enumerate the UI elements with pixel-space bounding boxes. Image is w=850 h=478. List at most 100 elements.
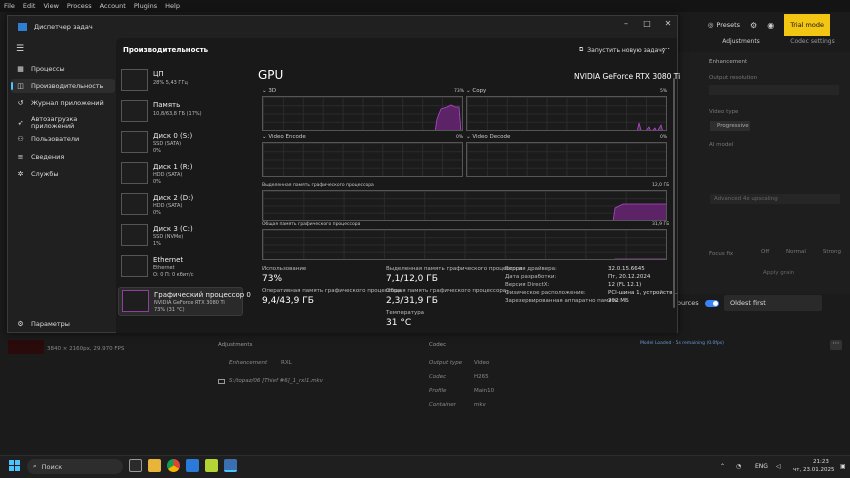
focus-strong[interactable]: Strong (823, 249, 841, 259)
app-icon[interactable] (186, 459, 199, 472)
menu-help[interactable]: Help (165, 2, 180, 10)
minimize-button[interactable]: – (618, 19, 634, 31)
tab-adjustments[interactable]: Adjustments (692, 38, 760, 50)
notification-icon[interactable]: ▣ (840, 463, 846, 470)
perf-item-disk2[interactable]: Диск 2 (D:) HDD (SATA) 0% (118, 191, 243, 220)
perf-resource-list: ЦП 28% 5,43 ГГц Память 10,8/63,8 ГБ (17%… (116, 65, 251, 333)
presets-button[interactable]: ◎ Presets (708, 21, 740, 29)
run-new-task-button[interactable]: ⧉ Запустить новую задачу (579, 46, 665, 54)
output-resolution-select[interactable] (709, 85, 839, 95)
clock-date[interactable]: чт, 23.01.2025 (793, 467, 834, 473)
codec-row-label: Output type (429, 360, 463, 366)
dedicated-mem-value: 7,1/12,0 ГБ (386, 274, 438, 284)
graph-copy-plot (637, 122, 663, 130)
file-explorer-icon[interactable] (148, 459, 161, 472)
network-icon[interactable]: ◔ (736, 463, 741, 470)
graph-3d-label[interactable]: ⌄ 3D (262, 88, 276, 94)
scrollbar[interactable] (673, 78, 675, 308)
perf-item-gpu0[interactable]: Графический процессор 0 NVIDIA GeForce R… (118, 287, 251, 316)
account-icon[interactable]: ◉ (767, 21, 774, 30)
info-key: Версия DirectX: (505, 282, 550, 288)
info-value: 32.0.15.6645 (608, 266, 645, 272)
nav-performance[interactable]: ◫ Производительность (11, 79, 115, 93)
maximize-button[interactable]: □ (639, 19, 655, 31)
nav-services[interactable]: ✲ Службы (11, 167, 115, 181)
enhancement-label: Enhancement (709, 59, 748, 65)
nav-users[interactable]: ⚇ Пользователи (11, 132, 115, 146)
app-icon[interactable] (205, 459, 218, 472)
nav-label: Производительность (31, 82, 104, 90)
mini-graph (121, 255, 148, 277)
more-options-icon[interactable]: ⋯ (662, 44, 670, 53)
nav-settings[interactable]: ⚙ Параметры (11, 317, 115, 331)
right-settings-panel: Enhancement Output resolution Video type… (677, 52, 850, 294)
sources-toggle[interactable] (704, 299, 719, 307)
perf-item-disk1[interactable]: Диск 1 (R:) HDD (SATA) 0% (118, 160, 243, 189)
graph-3d (262, 96, 463, 131)
close-button[interactable]: ✕ (660, 19, 676, 31)
perf-item-ethernet[interactable]: Ethernet Ethernet О: 0 П: 0 кбит/с (118, 253, 243, 282)
search-placeholder: Поиск (41, 462, 63, 471)
nav-label: Процессы (31, 65, 65, 73)
settings-gear-icon[interactable]: ⚙ (750, 21, 757, 30)
perf-item-name: ЦП (153, 70, 164, 78)
info-key: Физическое расположение: (505, 290, 586, 296)
perf-item-disk3[interactable]: Диск 3 (C:) SSD (NVMe) 1% (118, 222, 243, 251)
focus-off[interactable]: Off (761, 249, 769, 259)
codec-row-label: Container (429, 402, 456, 408)
graph-copy-label[interactable]: ⌄ Copy (466, 88, 486, 94)
taskbar-search[interactable]: ⌕ Поиск (27, 459, 123, 474)
volume-icon[interactable]: ◁ (776, 463, 781, 470)
gpu-model: NVIDIA GeForce RTX 3080 Ti (574, 72, 681, 81)
nav-app-history[interactable]: ↺ Журнал приложений (11, 96, 115, 110)
menu-edit[interactable]: Edit (23, 2, 36, 10)
adjustments-header: Adjustments (218, 342, 253, 348)
graph-video-decode-label[interactable]: ⌄ Video Decode (466, 134, 510, 140)
nav-details[interactable]: ≡ Сведения (11, 150, 115, 164)
perf-item-memory[interactable]: Память 10,8/63,8 ГБ (17%) (118, 98, 243, 127)
menu-account[interactable]: Account (100, 2, 126, 10)
chrome-icon[interactable] (167, 459, 180, 472)
trial-mode-button[interactable]: Trial mode (784, 14, 830, 36)
progressive-option[interactable]: Progressive (710, 121, 750, 131)
perf-item-name: Ethernet (153, 256, 184, 264)
mini-graph (122, 290, 149, 312)
menu-plugins[interactable]: Plugins (134, 2, 157, 10)
menu-file[interactable]: File (4, 2, 15, 10)
job-menu-button[interactable]: ⋯ (830, 340, 842, 350)
tray-overflow-icon[interactable]: ⌃ (720, 463, 725, 470)
task-manager-taskbar-icon[interactable] (224, 459, 237, 472)
gear-icon: ⚙ (17, 320, 24, 328)
mini-graph (121, 69, 148, 91)
mini-graph (121, 193, 148, 215)
perf-item-disk0[interactable]: Диск 0 (S:) SSD (SATA) 0% (118, 129, 243, 158)
services-icon: ✲ (17, 170, 24, 178)
sources-label: ources (677, 299, 699, 307)
graph-video-encode-label[interactable]: ⌄ Video Encode (262, 134, 306, 140)
graph-video-decode-pct: 0% (660, 135, 668, 140)
job-thumbnail[interactable] (8, 340, 44, 354)
menu-view[interactable]: View (43, 2, 58, 10)
nav-startup-apps[interactable]: ➶ Автозагрузка приложений (11, 113, 115, 133)
apply-grain-label[interactable]: Apply grain (763, 270, 794, 276)
focus-normal[interactable]: Normal (786, 249, 806, 259)
chart-icon: ◫ (17, 82, 24, 90)
task-view-icon[interactable] (129, 459, 142, 472)
graph-video-encode (262, 142, 463, 177)
rhea-upscaling-row[interactable]: Advanced 4x upscaling (710, 194, 840, 204)
perf-item-name: Диск 3 (C:) (153, 225, 193, 233)
tab-codec-settings[interactable]: Codec settings (790, 38, 835, 50)
output-resolution-label: Output resolution (709, 75, 758, 81)
temperature-label: Температура (386, 310, 425, 316)
perf-item-cpu[interactable]: ЦП 28% 5,43 ГГц (118, 67, 243, 96)
nav-processes[interactable]: ▦ Процессы (11, 62, 115, 76)
gpu-ram-label: Оперативная память графического процессо… (262, 288, 402, 294)
menu-bar: File Edit View Process Account Plugins H… (0, 0, 850, 12)
file-path-row[interactable]: S:/topaz/06 [Thief #6]_1_rxl1.mkv (218, 378, 323, 384)
sort-select[interactable]: Oldest first (724, 295, 822, 311)
language-indicator[interactable]: ENG (755, 463, 768, 470)
menu-process[interactable]: Process (67, 2, 92, 10)
clock-time[interactable]: 21:23 (813, 459, 829, 465)
task-manager-window: Диспетчер задач – □ ✕ ☰ ▦ Процессы ◫ Про… (7, 15, 681, 333)
windows-start-icon[interactable] (9, 460, 20, 471)
